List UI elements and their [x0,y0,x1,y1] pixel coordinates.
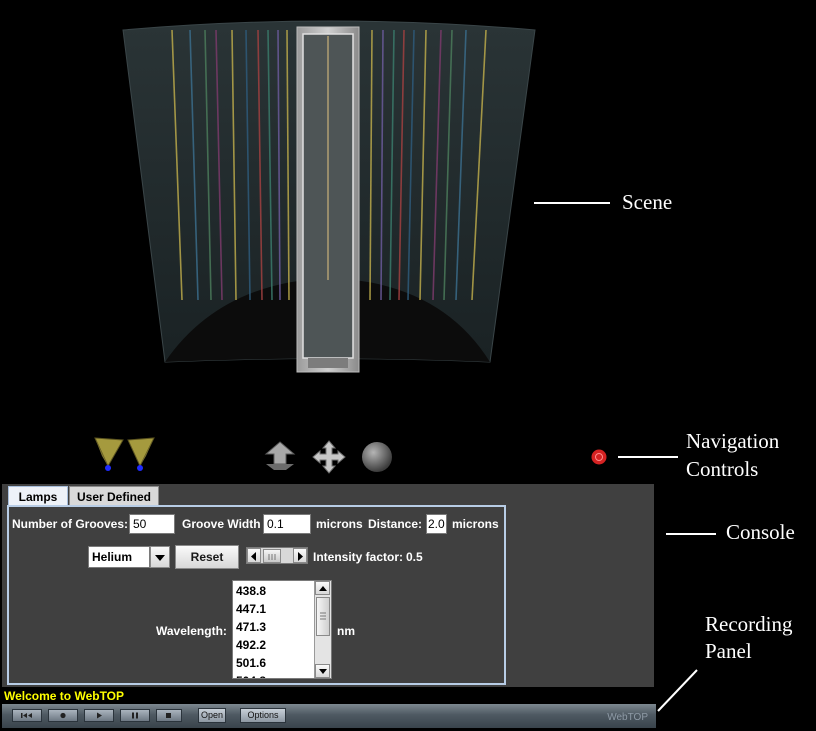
wavelength-list-item[interactable]: 447.1 [233,600,315,618]
wavelength-unit: nm [337,624,355,638]
grip-icon [268,554,276,560]
stop-button[interactable] [156,709,182,722]
intensity-slider-thumb[interactable] [263,549,281,563]
distance-input[interactable]: 2.0 [426,514,447,534]
recording-pointer-line [657,669,698,712]
tab-user-defined[interactable]: User Defined [69,486,159,506]
scroll-up-button[interactable] [315,581,330,595]
grip-icon [320,612,326,620]
wavelength-label: Wavelength: [156,624,227,638]
intensity-value: 0.5 [406,550,423,564]
reset-button[interactable]: Reset [175,545,239,569]
pan-icon[interactable] [262,440,298,472]
wavelength-scroll-thumb[interactable] [316,597,330,636]
scroll-right-button[interactable] [293,548,307,563]
arrow-left-icon [251,552,256,561]
grooves-input[interactable]: 50 [129,514,175,534]
right-camera-view-icon[interactable] [124,434,158,472]
record-button[interactable] [48,709,78,722]
groove-width-unit: microns [316,517,363,531]
left-camera-view-icon[interactable] [92,434,126,472]
rewind-button[interactable] [12,709,42,722]
recording-panel: Open Options WebTOP [2,704,656,728]
navigation-pointer-line [618,456,678,458]
scene-viewport[interactable] [0,0,660,420]
play-icon [97,712,102,719]
webtop-logo: WebTOP [607,712,648,723]
play-button[interactable] [84,709,114,722]
intensity-scrollbar[interactable] [246,547,308,564]
console-panel: Lamps User Defined Number of Grooves: 50… [2,484,654,687]
scene-pointer-line [534,202,610,204]
wavelength-scrollbar[interactable] [314,581,331,678]
recording-annotation-line2: Panel [705,639,752,663]
lamps-tab-panel: Number of Grooves: 50 Groove Width 0.1 m… [7,505,506,685]
console-pointer-line [666,533,716,535]
open-button[interactable]: Open [198,708,226,723]
navigation-annotation-line1: Navigation [686,429,780,453]
options-button[interactable]: Options [240,708,286,723]
wavelength-list-item[interactable]: 438.8 [233,582,315,600]
grooves-label: Number of Grooves: [12,517,129,531]
examine-sphere-icon[interactable] [360,440,394,474]
scene-annotation: Scene [622,190,673,214]
arrow-down-icon [319,669,327,674]
record-indicator-icon[interactable] [590,448,608,466]
scroll-left-button[interactable] [247,548,261,563]
rewind-icon [21,713,32,718]
lamp-dropdown-button[interactable] [150,546,170,568]
diffraction-grating[interactable] [296,26,360,373]
groove-width-input[interactable]: 0.1 [263,514,311,534]
wavelength-list-item[interactable]: 492.2 [233,636,315,654]
tab-lamps[interactable]: Lamps [8,486,68,506]
lamp-select-value: Helium [88,546,150,568]
pause-icon [132,712,138,719]
arrow-up-icon [319,586,327,591]
wavelength-list-item[interactable]: 504.8 [233,672,315,678]
wavelength-list-item[interactable]: 501.6 [233,654,315,672]
groove-width-label: Groove Width [182,517,261,531]
intensity-label: Intensity factor: [313,550,404,564]
pause-button[interactable] [120,709,150,722]
scroll-down-button[interactable] [315,664,330,678]
record-icon [60,712,66,719]
move-icon[interactable] [312,440,346,474]
lamp-select[interactable]: Helium [88,546,170,568]
distance-unit: microns [452,517,499,531]
recording-annotation-line1: Recording [705,612,793,636]
stop-icon [166,713,171,718]
status-message: Welcome to WebTOP [4,689,125,703]
distance-label: Distance: [368,517,423,531]
console-annotation: Console [726,520,795,544]
arrow-right-icon [298,552,303,561]
wavelength-list[interactable]: 438.8447.1471.3492.2501.6504.8 [232,580,332,679]
wavelength-list-item[interactable]: 471.3 [233,618,315,636]
chevron-down-icon [155,555,165,561]
navigation-annotation-line2: Controls [686,457,759,481]
